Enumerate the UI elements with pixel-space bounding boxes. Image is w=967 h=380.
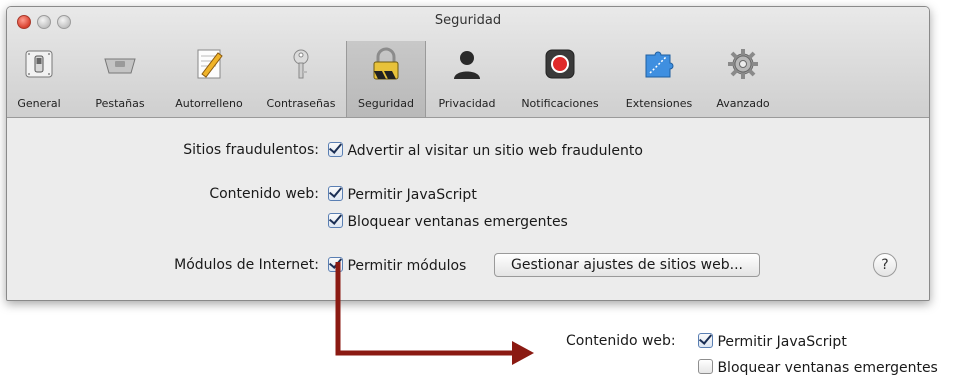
callout-block-popups-option[interactable]: Bloquear ventanas emergentes [698,359,938,376]
callout-block-popups-text: Bloquear ventanas emergentes [717,360,938,376]
arrow-head-icon [512,341,534,365]
callout-allow-javascript-option[interactable]: Permitir JavaScript [698,333,847,350]
callout-allow-javascript-text: Permitir JavaScript [717,334,847,350]
callout-web-content-label: Contenido web: [566,333,676,349]
callout-allow-javascript-checkbox[interactable] [698,333,713,348]
annotation-arrow [335,262,534,365]
callout-block-popups-checkbox[interactable] [698,359,713,374]
arrow-line [335,262,516,356]
